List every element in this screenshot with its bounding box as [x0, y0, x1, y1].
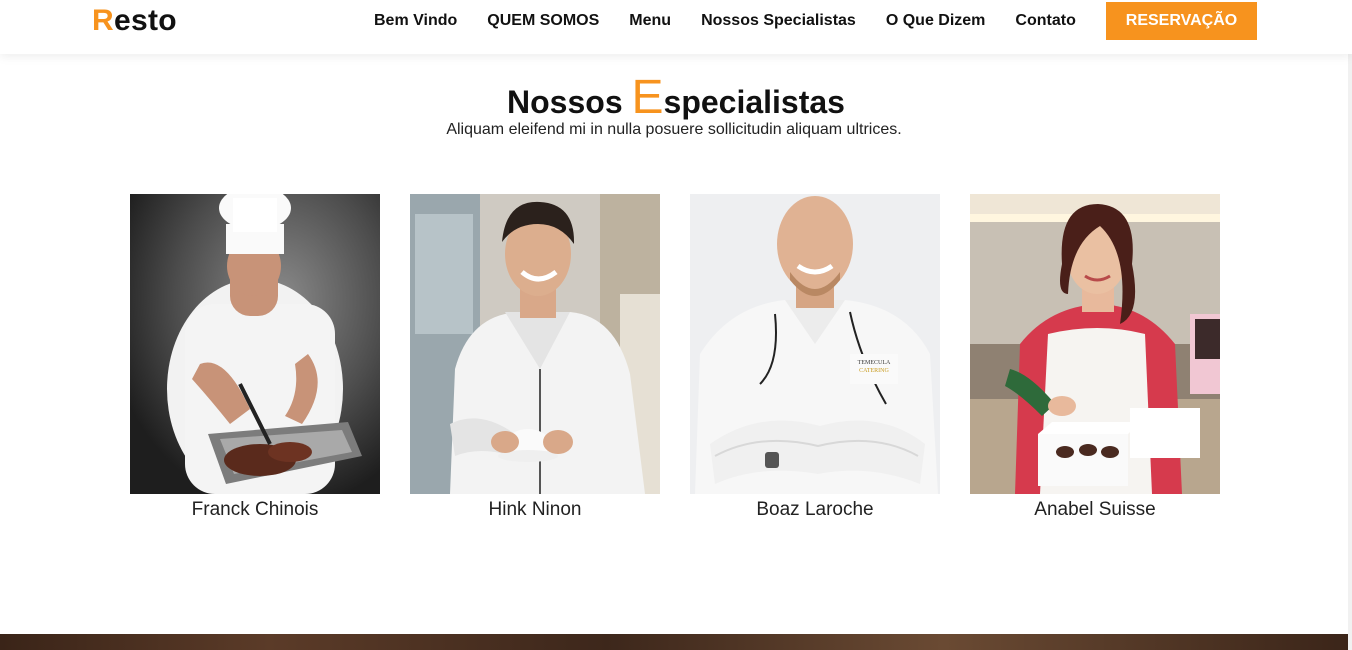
- specialist-name: Anabel Suisse: [1034, 499, 1156, 520]
- specialist-photo: [970, 194, 1220, 494]
- nav-link-o-que-dizem[interactable]: O Que Dizem: [886, 11, 986, 31]
- svg-text:TEMECULA: TEMECULA: [858, 360, 891, 366]
- svg-text:CATERING: CATERING: [859, 368, 889, 374]
- brand-logo[interactable]: Resto: [92, 4, 177, 38]
- nav-link-especialistas[interactable]: Nossos Specialistas: [701, 11, 856, 31]
- specialist-card: Hink Ninon: [410, 194, 660, 521]
- specialist-name: Hink Ninon: [488, 499, 582, 520]
- nav-link-menu[interactable]: Menu: [629, 11, 671, 31]
- logo-initial: R: [92, 4, 114, 37]
- nav-link-quem-somos[interactable]: QUEM SOMOS: [487, 11, 599, 31]
- title-part-2: specialistas: [663, 84, 845, 120]
- specialist-name: Franck Chinois: [191, 499, 319, 520]
- nav-links: Bem Vindo QUEM SOMOS Menu Nossos Special…: [374, 11, 1106, 31]
- specialist-card: TEMECULA CATERING Boaz Laroche: [690, 194, 940, 521]
- section-title: Nossos Especialistas: [0, 70, 1352, 125]
- navbar: Resto Bem Vindo QUEM SOMOS Menu Nossos S…: [0, 0, 1352, 54]
- logo-text: esto: [113, 4, 177, 37]
- specialist-photo: TEMECULA CATERING: [690, 194, 940, 494]
- nav-link-contato[interactable]: Contato: [1015, 11, 1075, 31]
- specialist-photo: [410, 194, 660, 494]
- reservation-button[interactable]: RESERVAÇÃO: [1106, 2, 1257, 40]
- specialist-name: Boaz Laroche: [756, 499, 874, 520]
- page-scrollbar[interactable]: [1348, 0, 1352, 650]
- specialist-card: Franck Chinois: [130, 194, 380, 521]
- specialist-card: Anabel Suisse: [970, 194, 1220, 521]
- title-part-1: Nossos: [507, 84, 632, 120]
- footer-background-band: [0, 634, 1348, 650]
- nav-link-bem-vindo[interactable]: Bem Vindo: [374, 11, 457, 31]
- section-subtitle: Aliquam eleifend mi in nulla posuere sol…: [446, 121, 902, 138]
- title-highlight-letter: E: [631, 71, 664, 124]
- specialist-photo: [130, 194, 380, 494]
